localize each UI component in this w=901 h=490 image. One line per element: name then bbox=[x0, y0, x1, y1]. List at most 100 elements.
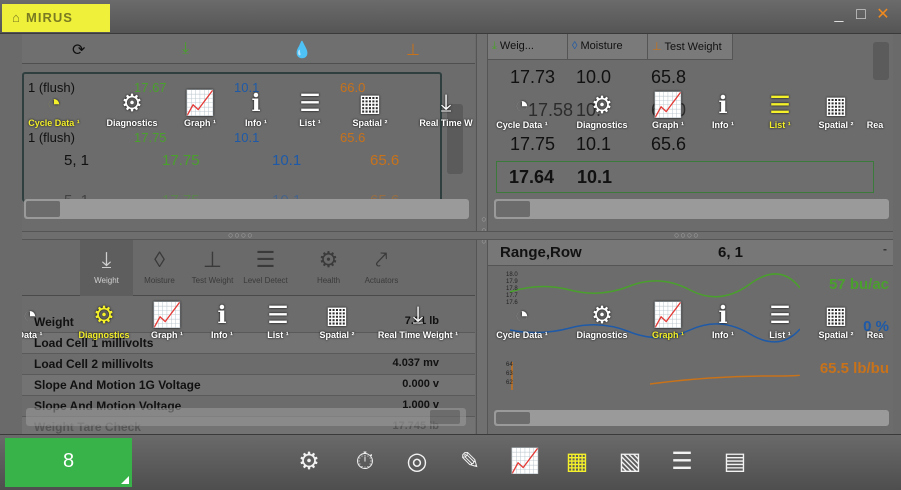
list-icon[interactable]: ☰ bbox=[665, 445, 699, 479]
close-button[interactable]: ✕ bbox=[874, 6, 892, 24]
test-weight-value: 65.6 bbox=[651, 134, 687, 154]
vertical-scrollbar[interactable] bbox=[873, 42, 889, 80]
gear-icon[interactable]: ⚙ bbox=[292, 445, 326, 479]
cycle-data-tool[interactable]: ◔ Cycle Data ¹ bbox=[24, 90, 84, 134]
weight-value: 17.73 bbox=[510, 67, 556, 87]
spatial-tool[interactable]: ▦ Spatial ² bbox=[806, 92, 866, 136]
scroll-thumb[interactable] bbox=[430, 410, 460, 424]
graph-tool[interactable]: 📈 Graph ¹ bbox=[137, 302, 197, 346]
map-icon: ▦ bbox=[358, 90, 382, 117]
cycle-data-tool[interactable]: ◔Data ¹ bbox=[22, 302, 60, 346]
test-weight-icon: ⊥ bbox=[652, 41, 665, 53]
horizontal-scrollbar[interactable] bbox=[26, 408, 466, 426]
info-icon: ℹ bbox=[217, 302, 227, 329]
tab-health[interactable]: ⚙ Health bbox=[302, 240, 355, 296]
graph-tool[interactable]: 📈 Graph ¹ bbox=[638, 302, 698, 346]
list-icon: ☰ bbox=[769, 92, 791, 119]
list-tool[interactable]: ☰ List ¹ bbox=[248, 302, 308, 346]
graph-icon: 📈 bbox=[185, 90, 215, 117]
info-tool[interactable]: ℹ Info ¹ bbox=[693, 92, 753, 136]
list-tool[interactable]: ☰ List ¹ bbox=[280, 90, 340, 134]
list-tool[interactable]: ☰ List ¹ bbox=[750, 302, 810, 346]
tab-weight[interactable]: ⤓ Weight bbox=[80, 240, 133, 296]
graph-tool[interactable]: 📈 Graph ¹ bbox=[170, 90, 230, 134]
real-time-weight-tool[interactable]: ⤓ Real Time Weight ¹ bbox=[372, 302, 464, 346]
weight-trend-line bbox=[509, 273, 800, 298]
diagnostics-tool[interactable]: ⚙ Diagnostics bbox=[74, 302, 134, 346]
map-icon: ▦ bbox=[824, 302, 848, 329]
weight-value: 17.75 bbox=[510, 134, 556, 154]
tab-weight[interactable]: ⤓ Weig... bbox=[488, 34, 568, 60]
tool-menu-row: ◔Data ¹ ⚙Diagnostics 📈Graph ¹ ℹInfo ¹ ☰L… bbox=[22, 302, 475, 346]
tab-test-weight[interactable]: ⊥ Test Weight bbox=[648, 34, 733, 60]
cycle-data-icon: ◔ bbox=[22, 302, 38, 329]
graph-icon: 📈 bbox=[152, 302, 182, 329]
pencil-icon[interactable]: ✎ bbox=[453, 445, 487, 479]
weight-down-icon bbox=[858, 302, 892, 330]
test-weight-icon: ⊥ bbox=[202, 247, 223, 272]
graph-tool[interactable]: 📈 Graph ¹ bbox=[638, 92, 698, 136]
map-icon: ▦ bbox=[325, 302, 349, 329]
brand-logo[interactable]: ⌂ MIRUS bbox=[2, 4, 110, 32]
test-weight-value: 65.8 bbox=[651, 67, 687, 87]
minimize-button[interactable]: _ bbox=[830, 6, 848, 24]
horizontal-scrollbar[interactable] bbox=[494, 410, 889, 426]
map-icon[interactable]: ▧ bbox=[613, 445, 647, 479]
spatial-tool[interactable]: ▦ Spatial ² bbox=[307, 302, 367, 346]
tab-test-weight[interactable]: ⊥ Test Weight bbox=[186, 240, 239, 296]
maximize-button[interactable]: □ bbox=[852, 6, 870, 24]
info-tool[interactable]: ℹ Info ¹ bbox=[226, 90, 286, 134]
list-item: Slope And Motion 1G Voltage 0.000 v bbox=[22, 375, 475, 396]
moisture-value: 10.0 bbox=[576, 67, 612, 87]
cycle-data-panel: ⟳ ⤓ 💧 ⊥ 1 (flush) 17.67 10.1 66.0 1 (flu… bbox=[22, 34, 475, 231]
list-panel: ⤓ Weig... ◊ Moisture ⊥ Test Weight 17.73… bbox=[488, 34, 893, 231]
info-tool[interactable]: ℹ Info ¹ bbox=[693, 302, 753, 346]
tool-menu-row: ◔ Cycle Data ¹ ⚙ Diagnostics 📈 Graph ¹ ℹ Inf… bbox=[488, 92, 893, 136]
range-row-value: 6, 1 bbox=[718, 244, 744, 261]
diagnostics-tool[interactable]: ⚙ Diagnostics bbox=[102, 90, 162, 134]
graph-icon[interactable]: 📈 bbox=[508, 445, 542, 479]
graph-icon: 📈 bbox=[653, 302, 683, 329]
quad-view-icon[interactable]: ▦ bbox=[560, 445, 594, 479]
real-time-weight-tool[interactable]: ⤓ Real Time W bbox=[416, 90, 475, 134]
app-window: ⌂MIRUS _ □ ✕ ○○○ ○○○○ ○○○○ ⟳ ⤓ 💧 ⊥ 1 (fl… bbox=[0, 0, 901, 490]
horizontal-scrollbar[interactable] bbox=[494, 199, 889, 219]
page-count-tile[interactable]: 8 bbox=[5, 438, 132, 487]
selected-row[interactable]: 17.64 10.1 bbox=[496, 161, 874, 193]
cycle-data-tool[interactable]: ◔ Cycle Data ¹ bbox=[492, 92, 552, 136]
real-time-weight-tool[interactable]: Rea bbox=[858, 302, 892, 346]
spatial-tool[interactable]: ▦ Spatial ² bbox=[806, 302, 866, 346]
compass-icon[interactable]: ◎ bbox=[400, 445, 434, 479]
gears-icon: ⚙ bbox=[591, 92, 613, 119]
scroll-thumb[interactable] bbox=[496, 201, 530, 217]
collapse-icon[interactable]: - bbox=[883, 242, 887, 256]
list-tool[interactable]: ☰ List ¹ bbox=[750, 92, 810, 136]
info-icon: ℹ bbox=[718, 92, 728, 119]
stopwatch-icon[interactable]: ⏱ bbox=[348, 445, 382, 479]
left-edge-strip bbox=[0, 34, 22, 434]
cycle-data-icon: ◔ bbox=[514, 92, 530, 119]
horizontal-splitter[interactable]: ○○○○ ○○○○ bbox=[22, 230, 893, 240]
test-weight-trend-line bbox=[649, 374, 800, 385]
tab-moisture[interactable]: ◊ Moisture bbox=[133, 240, 186, 296]
scroll-thumb[interactable] bbox=[496, 412, 530, 424]
scroll-thumb[interactable] bbox=[26, 201, 60, 217]
tab-level-detect[interactable]: ☰ Level Detect bbox=[239, 240, 292, 296]
range-row-header: Range,Row 6, 1 - bbox=[488, 240, 893, 266]
real-time-weight-tool[interactable]: Rea bbox=[858, 92, 892, 136]
diagnostics-tool[interactable]: ⚙ Diagnostics bbox=[572, 92, 632, 136]
column-icon-header: ⟳ ⤓ 💧 ⊥ bbox=[22, 34, 475, 64]
tab-moisture[interactable]: ◊ Moisture bbox=[568, 34, 648, 60]
moisture-icon: ◊ bbox=[154, 247, 165, 272]
tab-actuators[interactable]: ⤤ Actuators bbox=[355, 240, 408, 296]
horizontal-scrollbar[interactable] bbox=[24, 199, 469, 219]
yield-metric: 57 bu/ac bbox=[828, 276, 889, 293]
sensor-tabs: ⤓ Weight ◊ Moisture ⊥ Test Weight ☰ Level De… bbox=[22, 240, 475, 296]
spatial-tool[interactable]: ▦ Spatial ² bbox=[340, 90, 400, 134]
range-row-label: Range,Row bbox=[500, 244, 582, 261]
keypad-icon[interactable]: ▤ bbox=[718, 445, 752, 479]
cycle-data-tool[interactable]: ◔ Cycle Data ¹ bbox=[492, 302, 552, 346]
diagnostics-tool[interactable]: ⚙ Diagnostics bbox=[572, 302, 632, 346]
column-tabs: ⤓ Weig... ◊ Moisture ⊥ Test Weight bbox=[488, 34, 733, 60]
info-tool[interactable]: ℹ Info ¹ bbox=[192, 302, 252, 346]
